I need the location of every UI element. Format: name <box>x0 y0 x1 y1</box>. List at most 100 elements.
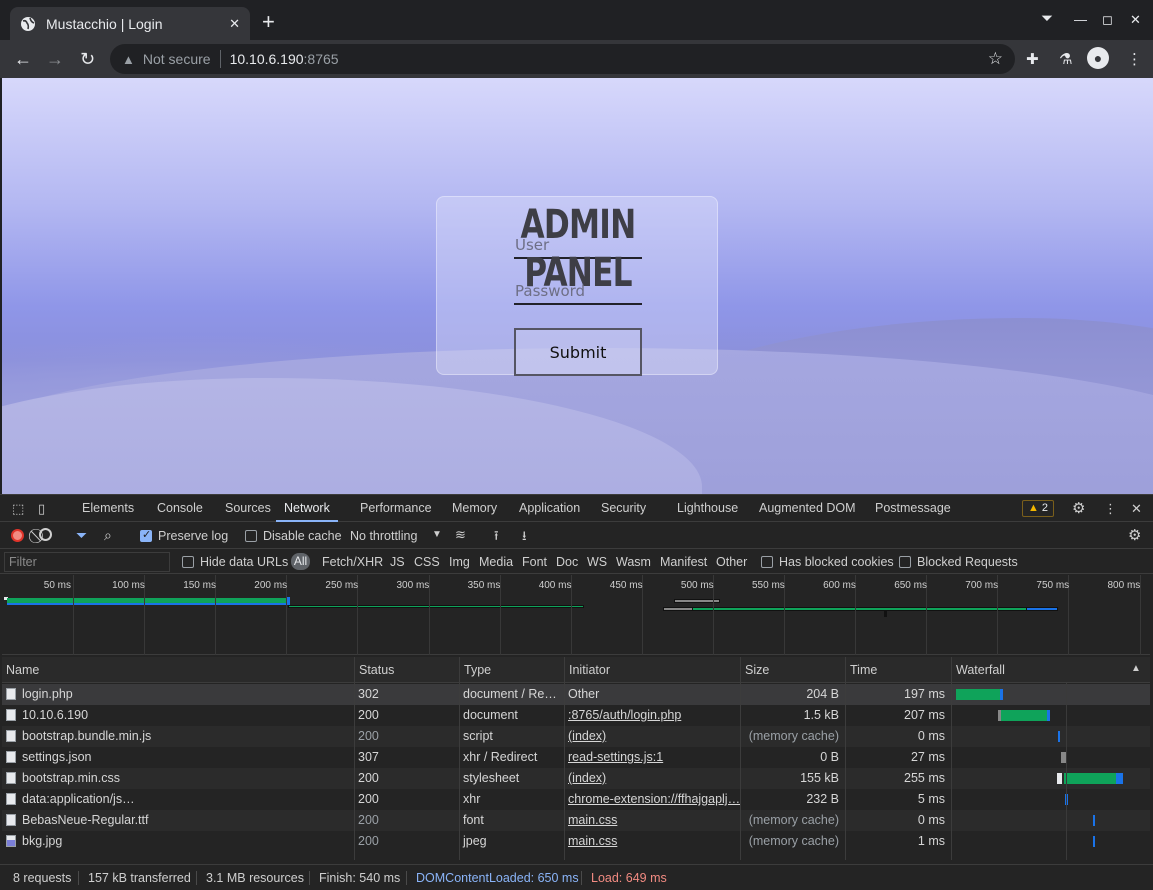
warning-triangle-icon[interactable]: ▲ <box>122 52 135 67</box>
cell-initiator[interactable]: read-settings.js:1 <box>564 747 740 768</box>
request-name: BebasNeue-Regular.ttf <box>22 813 149 827</box>
filter-input[interactable] <box>4 552 170 572</box>
filter-img[interactable]: Img <box>449 555 470 569</box>
issues-warning-badge[interactable]: ▲ 2 <box>1022 500 1054 517</box>
close-tab-icon[interactable]: ✕ <box>229 16 240 32</box>
tab-augmented-dom[interactable]: Augmented DOM <box>759 495 856 522</box>
submit-button[interactable]: Submit <box>514 328 642 376</box>
tab-sources[interactable]: Sources <box>225 495 271 522</box>
tab-console[interactable]: Console <box>157 495 203 522</box>
cell-name[interactable]: bkg.jpg <box>2 831 354 852</box>
tab-postmessage[interactable]: Postmessage <box>875 495 951 522</box>
record-icon[interactable] <box>11 529 24 542</box>
filter-js[interactable]: JS <box>390 555 405 569</box>
filter-media[interactable]: Media <box>479 555 513 569</box>
back-arrow-icon[interactable]: ← <box>14 49 32 69</box>
cell-name[interactable]: bootstrap.bundle.min.js <box>2 726 354 747</box>
cell-name[interactable]: data:application/js… <box>2 789 354 810</box>
filter-other[interactable]: Other <box>716 555 747 569</box>
tab-security[interactable]: Security <box>601 495 646 522</box>
cell-initiator[interactable]: (index) <box>564 768 740 789</box>
settings-gear-icon[interactable]: ⚙ <box>1072 499 1085 517</box>
new-tab-button[interactable]: + <box>262 11 275 33</box>
filter-funnel-icon[interactable]: ⏷ <box>76 527 87 544</box>
extensions-puzzle-icon[interactable]: ✚ <box>1026 50 1039 68</box>
column-header-initiator[interactable]: Initiator <box>564 657 740 683</box>
column-header-waterfall[interactable]: Waterfall <box>951 657 1150 683</box>
cell-initiator[interactable]: chrome-extension://ffhajgaplj… <box>564 789 740 810</box>
password-input[interactable] <box>514 279 642 305</box>
filter-fetch-xhr[interactable]: Fetch/XHR <box>322 555 383 569</box>
devtools-menu-kebab-icon[interactable]: ⋮ <box>1104 501 1117 517</box>
tab-search-icon[interactable]: ⏷ <box>1041 10 1053 27</box>
reload-icon[interactable]: ↻ <box>80 49 95 69</box>
cell-initiator[interactable]: :8765/auth/login.php <box>564 705 740 726</box>
column-header-size[interactable]: Size <box>740 657 845 683</box>
cell-initiator[interactable]: (index) <box>564 726 740 747</box>
filter-doc[interactable]: Doc <box>556 555 578 569</box>
throttling-select[interactable]: No throttling <box>350 529 417 543</box>
preserve-log-checkbox[interactable] <box>140 528 152 542</box>
table-row[interactable]: 10.10.6.190 200 document:8765/auth/login.p… <box>2 705 1150 726</box>
filter-all-button[interactable]: All <box>291 553 310 570</box>
device-toolbar-icon[interactable]: ▯ <box>38 501 45 517</box>
browser-tab[interactable]: Mustacchio | Login ✕ <box>10 7 250 40</box>
filter-wasm[interactable]: Wasm <box>616 555 651 569</box>
tab-network[interactable]: Network <box>276 495 338 522</box>
disable-cache-checkbox[interactable] <box>245 530 257 542</box>
search-icon[interactable]: ⌕ <box>104 527 112 544</box>
table-row[interactable]: settings.json 307 xhr / Redirect read-setti… <box>2 747 1150 768</box>
close-devtools-icon[interactable]: ✕ <box>1131 501 1142 517</box>
blocked-requests-checkbox[interactable] <box>899 556 911 568</box>
bookmark-star-icon[interactable]: ☆ <box>988 49 1003 69</box>
table-row[interactable]: bootstrap.min.css 200 stylesheet (index) 155… <box>2 768 1150 789</box>
filter-manifest[interactable]: Manifest <box>660 555 707 569</box>
table-row[interactable]: bootstrap.bundle.min.js 200 script (index) (… <box>2 726 1150 747</box>
cell-initiator[interactable]: main.css <box>564 831 740 852</box>
forward-arrow-icon[interactable]: → <box>46 49 64 69</box>
tab-performance[interactable]: Performance <box>360 495 432 522</box>
address-bar[interactable]: ▲ Not secure 10.10.6.190:8765 ☆ <box>110 44 1015 74</box>
tab-lighthouse[interactable]: Lighthouse <box>677 495 738 522</box>
cell-size: (memory cache) <box>748 834 839 848</box>
hide-data-urls-checkbox[interactable] <box>182 556 194 568</box>
tab-elements[interactable]: Elements <box>82 495 134 522</box>
cell-name[interactable]: settings.json <box>2 747 354 768</box>
cell-name[interactable]: BebasNeue-Regular.ttf <box>2 810 354 831</box>
table-row[interactable]: login.php 302 document / Re… Other 204 B 197 … <box>2 684 1150 705</box>
table-row[interactable]: BebasNeue-Regular.ttf 200 font main.css (mem… <box>2 810 1150 831</box>
close-window-icon[interactable]: ✕ <box>1130 12 1141 28</box>
table-row[interactable]: data:application/js… 200 xhr chrome-extensi… <box>2 789 1150 810</box>
labs-flask-icon[interactable]: ⚗ <box>1059 50 1072 68</box>
filter-ws[interactable]: WS <box>587 555 607 569</box>
browser-menu-kebab-icon[interactable]: ⋮ <box>1127 50 1142 68</box>
column-header-name[interactable]: Name <box>2 657 354 683</box>
security-label[interactable]: Not secure <box>143 51 211 67</box>
network-conditions-wifi-icon[interactable]: ≋ <box>455 527 466 543</box>
column-header-type[interactable]: Type <box>459 657 564 683</box>
clear-log-icon[interactable] <box>39 528 52 541</box>
column-header-status[interactable]: Status <box>354 657 459 683</box>
cell-initiator[interactable]: main.css <box>564 810 740 831</box>
network-overview-timeline[interactable]: 50 ms 100 ms 150 ms 200 ms 250 ms 300 ms 350 m… <box>2 575 1150 655</box>
sort-ascending-icon[interactable]: ▲ <box>1131 663 1141 674</box>
has-blocked-cookies-checkbox[interactable] <box>761 556 773 568</box>
maximize-icon[interactable]: ◻ <box>1102 12 1113 28</box>
inspect-element-icon[interactable]: ⬚ <box>12 501 24 517</box>
filter-font[interactable]: Font <box>522 555 547 569</box>
profile-avatar-icon[interactable]: ● <box>1087 47 1109 69</box>
import-har-icon[interactable]: ⭱ <box>494 527 499 549</box>
minimize-icon[interactable]: — <box>1074 12 1087 27</box>
cell-name[interactable]: login.php <box>2 684 354 705</box>
cell-name[interactable]: bootstrap.min.css <box>2 768 354 789</box>
cell-name[interactable]: 10.10.6.190 <box>2 705 354 726</box>
tab-application[interactable]: Application <box>519 495 580 522</box>
chevron-down-icon[interactable]: ▼ <box>432 529 442 540</box>
globe-icon <box>21 16 35 31</box>
tab-memory[interactable]: Memory <box>452 495 497 522</box>
column-header-time[interactable]: Time <box>845 657 951 683</box>
export-har-icon[interactable]: ⭳ <box>522 527 527 549</box>
network-settings-gear-icon[interactable]: ⚙ <box>1128 526 1141 544</box>
table-row[interactable]: bkg.jpg 200 jpeg main.css (memory cache) 1 ms <box>2 831 1150 852</box>
filter-css[interactable]: CSS <box>414 555 440 569</box>
